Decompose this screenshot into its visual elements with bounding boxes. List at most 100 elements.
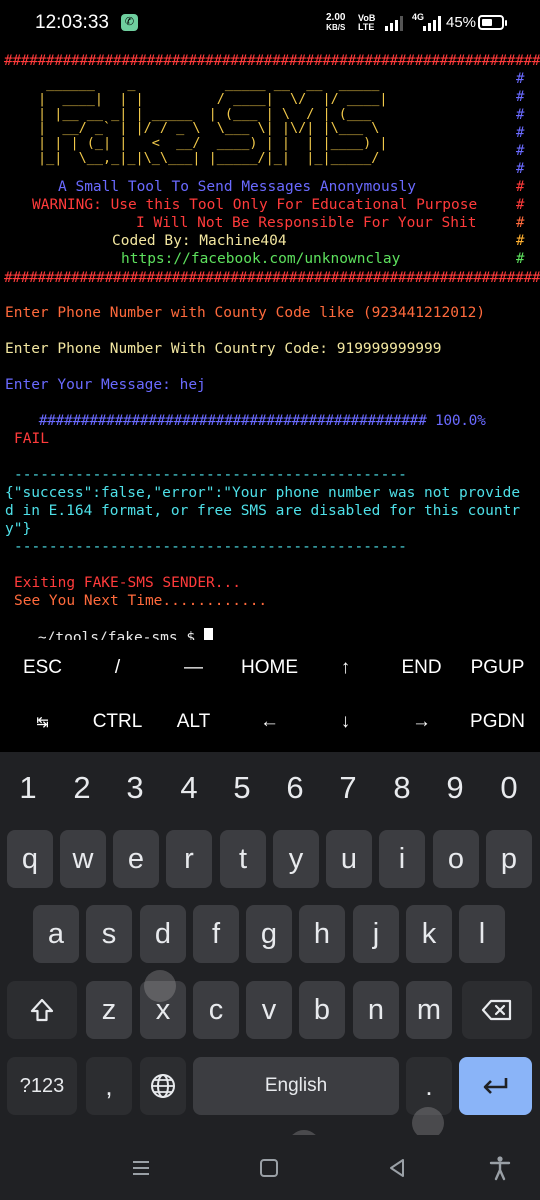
key-y[interactable]: y	[273, 830, 319, 888]
enter-key[interactable]	[459, 1057, 532, 1115]
pgdn-key[interactable]: PGDN	[459, 694, 536, 750]
banner-hash: #	[516, 71, 525, 87]
key-o[interactable]: o	[433, 830, 479, 888]
back-icon[interactable]	[386, 1157, 408, 1179]
accessibility-icon[interactable]	[488, 1155, 512, 1181]
key-2[interactable]: 2	[55, 764, 109, 812]
key-v[interactable]: v	[246, 981, 292, 1039]
shift-key[interactable]	[7, 981, 77, 1039]
dash-key[interactable]: —	[155, 640, 232, 696]
ctrl-key[interactable]: CTRL	[79, 694, 156, 750]
system-nav-bar	[0, 1135, 540, 1200]
key-7[interactable]: 7	[321, 764, 375, 812]
terminal-output[interactable]: ########################################…	[0, 50, 540, 640]
network-speed: 2.00 KB/S	[326, 12, 346, 33]
key-r[interactable]: r	[166, 830, 212, 888]
shell-prompt: ~/tools/fake-sms $	[37, 630, 204, 640]
author-link[interactable]: https://facebook.com/unknownclay	[121, 250, 400, 268]
soft-keyboard: 1 2 3 4 5 6 7 8 9 0 q w e r t y u i o p …	[0, 752, 540, 1200]
key-5[interactable]: 5	[215, 764, 269, 812]
end-key[interactable]: END	[383, 640, 460, 696]
key-g[interactable]: g	[246, 905, 292, 963]
key-w[interactable]: w	[60, 830, 106, 888]
disclaimer-text: I Will Not Be Responsible For Your Shit	[136, 215, 477, 231]
key-a[interactable]: a	[33, 905, 79, 963]
dash-separator: ----------------------------------------…	[14, 467, 407, 483]
backspace-key[interactable]	[462, 981, 532, 1039]
goodbye-message: See You Next Time............	[14, 593, 268, 609]
key-9[interactable]: 9	[428, 764, 482, 812]
key-4[interactable]: 4	[162, 764, 216, 812]
progress-percent: 100.0%	[434, 413, 486, 429]
key-z[interactable]: z	[86, 981, 132, 1039]
banner-hash: #	[516, 179, 525, 195]
hash-border-bottom: ########################################…	[4, 270, 540, 286]
message-prompt: Enter Your Message: hej	[5, 377, 206, 393]
text-cursor	[203, 628, 213, 640]
key-0[interactable]: 0	[482, 764, 536, 812]
touch-indicator	[144, 970, 176, 1002]
slash-key[interactable]: /	[79, 640, 156, 696]
arrow-right-key[interactable]: →	[383, 694, 460, 750]
progress-bar: ########################################…	[38, 413, 486, 429]
banner-hash: #	[516, 251, 525, 267]
globe-icon	[151, 1074, 175, 1098]
key-t[interactable]: t	[220, 830, 266, 888]
key-s[interactable]: s	[86, 905, 132, 963]
key-u[interactable]: u	[326, 830, 372, 888]
key-i[interactable]: i	[379, 830, 425, 888]
status-bar: 12:03:33 ✆ 2.00 KB/S VoB LTE 4G 45%	[0, 0, 540, 50]
home-key[interactable]: HOME	[231, 640, 308, 696]
key-3[interactable]: 3	[108, 764, 162, 812]
key-e[interactable]: e	[113, 830, 159, 888]
key-b[interactable]: b	[299, 981, 345, 1039]
key-6[interactable]: 6	[268, 764, 322, 812]
arrow-left-key[interactable]: ←	[231, 694, 308, 750]
clock: 12:03:33	[35, 12, 109, 33]
banner-hash: #	[516, 161, 525, 177]
key-p[interactable]: p	[486, 830, 532, 888]
recent-apps-icon[interactable]	[130, 1157, 152, 1179]
tab-key[interactable]: ↹	[4, 694, 81, 750]
key-q[interactable]: q	[7, 830, 53, 888]
home-icon[interactable]	[258, 1157, 280, 1179]
phone-format-hint: Enter Phone Number with County Code like…	[5, 305, 486, 321]
fail-status: FAIL	[14, 431, 49, 447]
api-response-line: d in E.164 format, or free SMS are disab…	[5, 503, 521, 519]
enter-icon	[483, 1078, 507, 1094]
esc-key[interactable]: ESC	[4, 640, 81, 696]
arrow-down-key[interactable]: ↓	[307, 694, 384, 750]
language-key[interactable]	[140, 1057, 186, 1115]
alt-key[interactable]: ALT	[155, 694, 232, 750]
key-h[interactable]: h	[299, 905, 345, 963]
symbols-key[interactable]: ?123	[7, 1057, 77, 1115]
key-1[interactable]: 1	[1, 764, 55, 812]
dash-separator: ----------------------------------------…	[14, 539, 407, 555]
key-f[interactable]: f	[193, 905, 239, 963]
key-n[interactable]: n	[353, 981, 399, 1039]
banner-hash: #	[516, 125, 525, 141]
key-l[interactable]: l	[459, 905, 505, 963]
key-k[interactable]: k	[406, 905, 452, 963]
key-d[interactable]: d	[140, 905, 186, 963]
hash-border-top: ########################################…	[4, 53, 540, 69]
author-credit: Coded By: Machine404	[112, 233, 287, 249]
comma-key[interactable]: ,	[86, 1057, 132, 1115]
phone-app-notification-icon: ✆	[121, 14, 138, 31]
battery-percent: 45%	[446, 14, 477, 31]
key-c[interactable]: c	[193, 981, 239, 1039]
signal-icon	[385, 16, 403, 31]
pgup-key[interactable]: PGUP	[459, 640, 536, 696]
shift-icon	[30, 998, 54, 1022]
key-j[interactable]: j	[353, 905, 399, 963]
banner-hash: #	[516, 107, 525, 123]
api-response-line: {"success":false,"error":"Your phone num…	[5, 485, 521, 501]
warning-text: WARNING: Use this Tool Only For Educatio…	[32, 197, 478, 213]
space-bar[interactable]: English	[193, 1057, 399, 1115]
key-m[interactable]: m	[406, 981, 452, 1039]
key-8[interactable]: 8	[375, 764, 429, 812]
banner-hash: #	[516, 215, 525, 231]
backspace-icon	[481, 999, 512, 1021]
arrow-up-key[interactable]: ↑	[307, 640, 384, 696]
shell-prompt-line[interactable]: ~/tools/fake-sms $	[3, 610, 213, 640]
